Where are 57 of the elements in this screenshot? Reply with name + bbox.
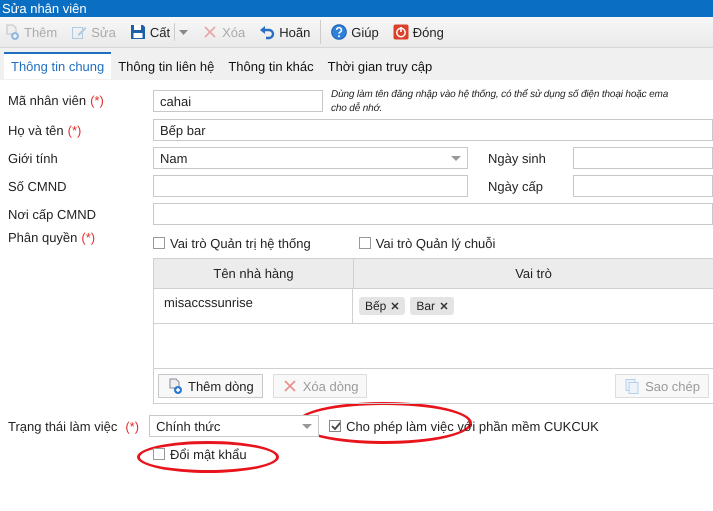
text-field[interactable]	[153, 175, 468, 197]
toolbar-button[interactable]: Cất	[126, 20, 174, 44]
checkbox[interactable]	[153, 448, 165, 460]
dropdown-field[interactable]: Chính thức	[149, 415, 320, 437]
checkbox[interactable]	[358, 237, 371, 249]
text-field[interactable]: Bếp bar	[153, 119, 713, 141]
remove-icon[interactable]	[391, 302, 400, 310]
field-label: Ngày cấp	[488, 178, 544, 194]
field-label: Họ và tên	[8, 122, 64, 138]
toolbar-button[interactable]: Hoãn	[255, 20, 314, 44]
x-icon	[282, 378, 298, 394]
dropdown-field[interactable]: Nam	[153, 147, 468, 169]
text-field[interactable]	[153, 203, 713, 225]
caret-icon	[302, 424, 312, 428]
checkbox[interactable]	[329, 420, 342, 432]
toolbar-button[interactable]: Đóng	[388, 20, 448, 44]
required-mark: (*)	[68, 122, 82, 138]
checkbox-label: Vai trò Quản trị hệ thống	[170, 236, 311, 250]
required-mark: (*)	[81, 230, 96, 245]
tab[interactable]: Thời gian truy cập	[320, 52, 440, 79]
tab[interactable]: Thông tin liên hệ	[111, 52, 222, 79]
checkbox-label: Đổi mật khẩu	[170, 446, 247, 462]
role-tag: Bếp	[359, 297, 406, 315]
field-label: Phân quyền	[8, 230, 78, 245]
tab[interactable]: Thông tin chung	[4, 52, 112, 79]
field-label: Giới tính	[8, 150, 58, 166]
window-title: Sửa nhân viên	[1, 0, 87, 17]
role-tag: Bar	[410, 297, 454, 315]
help-icon	[331, 24, 348, 40]
required-mark: (*)	[90, 93, 104, 108]
grid-button[interactable]: Thêm dòng	[158, 374, 263, 398]
remove-icon[interactable]	[440, 302, 448, 310]
checkbox[interactable]	[153, 237, 165, 249]
caret-icon	[451, 156, 461, 160]
document-plus-icon	[4, 24, 20, 40]
field-label: Ngày sinh	[488, 150, 547, 166]
checkbox-label: Vai trò Quản lý chuỗi	[376, 236, 496, 250]
table-cell: misaccssunrise	[154, 289, 353, 323]
toolbar-button[interactable]: Giúp	[320, 20, 383, 44]
date-field[interactable]	[573, 147, 713, 169]
date-field[interactable]	[573, 175, 713, 197]
undo-arrow-icon	[259, 24, 276, 40]
text-field[interactable]: cahai	[153, 90, 323, 112]
field-label: Số CMND	[8, 178, 67, 194]
tab[interactable]: Thông tin khác	[221, 52, 321, 79]
required-mark: (*)	[125, 418, 140, 434]
field-label: Trạng thái làm việc	[8, 418, 118, 434]
x-icon	[202, 24, 218, 40]
field-label: Nơi cấp CMND	[8, 206, 96, 222]
pencil-icon	[71, 24, 88, 40]
copy-icon	[624, 378, 640, 394]
column-header: Tên nhà hàng	[154, 259, 354, 288]
column-header: Vai trò	[514, 265, 553, 283]
hint-text: Dùng làm tên đăng nhập vào hệ thống, có thể sử dụng số điện thoại hoặc ema cho dễ nhớ.	[331, 88, 670, 116]
field-label: Mã nhân viên	[8, 93, 86, 108]
power-icon	[392, 24, 409, 40]
document-plus-icon	[167, 378, 183, 394]
